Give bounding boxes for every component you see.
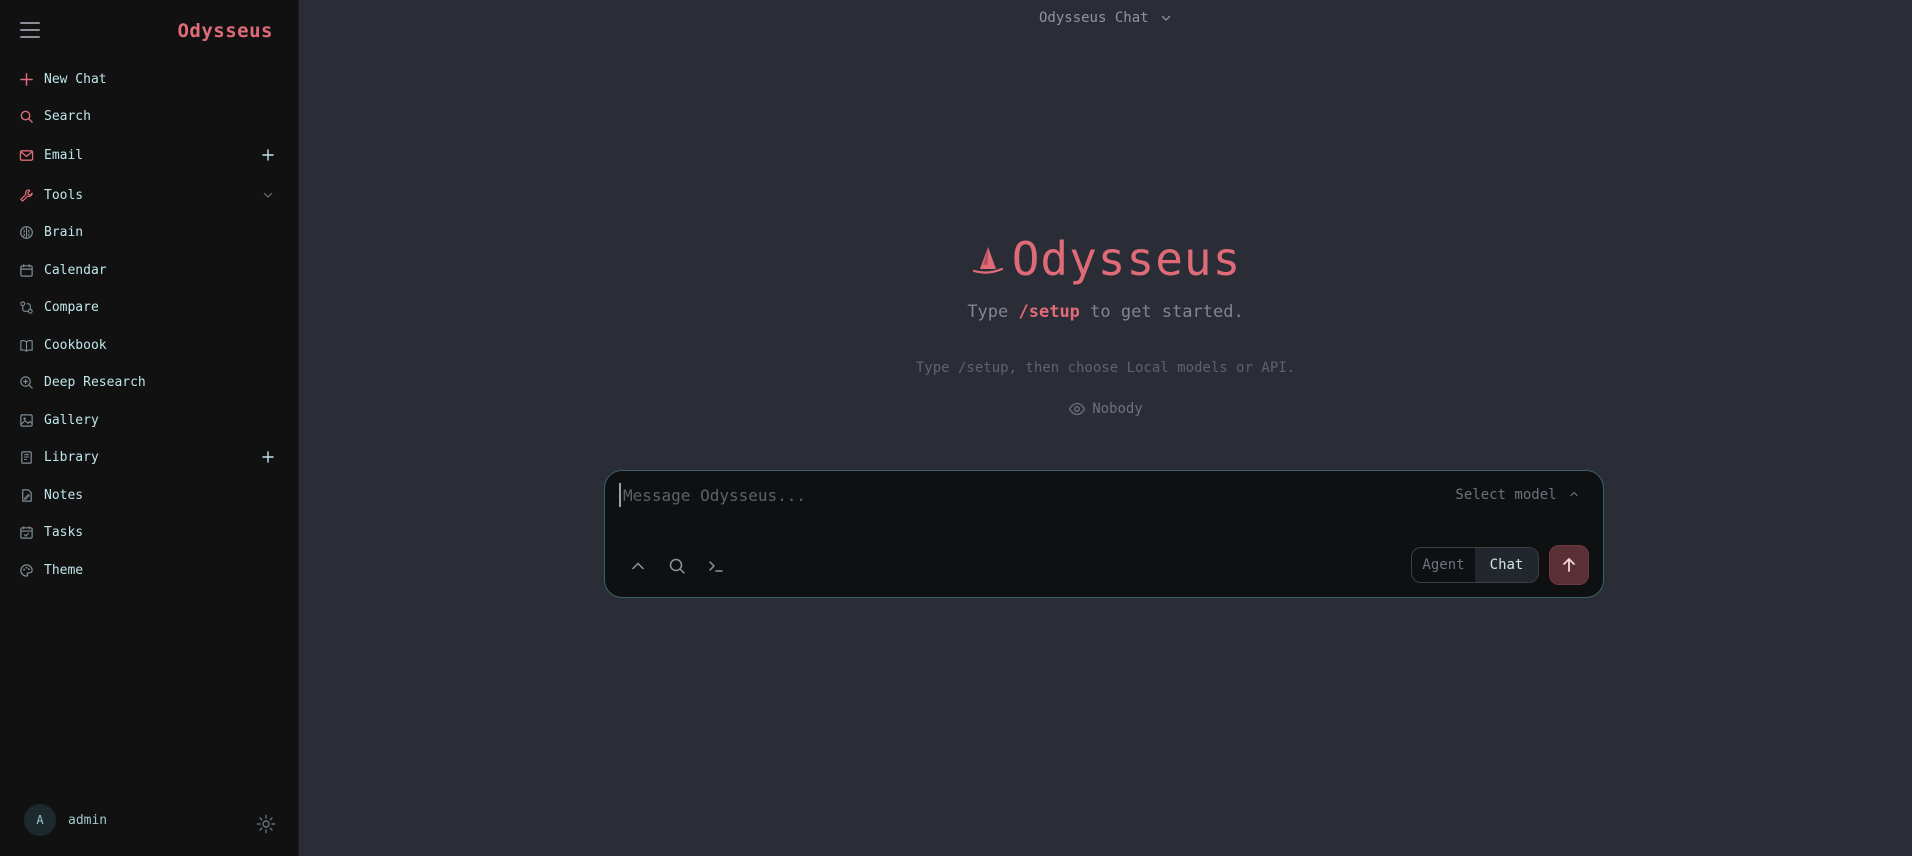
message-composer: Select model Agent Chat xyxy=(604,470,1604,598)
sidebar-item-tools[interactable]: Tools xyxy=(14,180,284,210)
arrow-up-icon xyxy=(1563,558,1575,572)
chevron-down-icon[interactable] xyxy=(260,187,276,203)
terminal-button[interactable] xyxy=(705,555,727,577)
eye-icon xyxy=(1068,402,1086,416)
hero-sub-command: /setup xyxy=(1018,302,1080,322)
search-icon xyxy=(669,558,685,574)
add-library-icon[interactable] xyxy=(260,449,276,465)
sidebar-item-theme[interactable]: Theme xyxy=(14,555,284,585)
sidebar-item-label: Email xyxy=(44,147,84,163)
sidebar-item-label: Tasks xyxy=(44,524,84,540)
chevron-up-icon xyxy=(1570,491,1578,497)
sidebar-item-notes[interactable]: Notes xyxy=(14,480,284,510)
model-select-label: Select model xyxy=(1455,487,1557,503)
chevron-up-icon xyxy=(632,562,644,570)
research-icon xyxy=(14,373,38,391)
hero-sub-prefix: Type xyxy=(967,302,1019,322)
sidebar: Odysseus New Chat Search Email Tools Bra… xyxy=(0,0,299,856)
plus-icon xyxy=(14,70,38,88)
mail-icon xyxy=(14,146,38,164)
hero-sub-suffix: to get started. xyxy=(1079,302,1244,322)
sidebar-item-deep-research[interactable]: Deep Research xyxy=(14,367,284,397)
sidebar-item-calendar[interactable]: Calendar xyxy=(14,255,284,285)
brain-icon xyxy=(14,223,38,241)
sidebar-item-library[interactable]: Library xyxy=(14,442,284,472)
sidebar-item-label: Gallery xyxy=(44,412,99,428)
sidebar-item-cookbook[interactable]: Cookbook xyxy=(14,330,284,360)
chat-title: Odysseus Chat xyxy=(1038,10,1149,26)
sidebar-item-gallery[interactable]: Gallery xyxy=(14,405,284,435)
sidebar-item-email[interactable]: Email xyxy=(14,140,284,170)
brand-logo-text[interactable]: Odysseus xyxy=(177,20,273,42)
sidebar-item-label: Brain xyxy=(44,224,84,240)
calendar-icon xyxy=(14,261,38,279)
tasks-icon xyxy=(14,523,38,541)
hero-subtitle: Type /setup to get started. xyxy=(299,302,1912,322)
sidebar-item-label: Library xyxy=(44,449,99,465)
sidebar-item-label: New Chat xyxy=(44,71,107,87)
sidebar-item-label: Cookbook xyxy=(44,337,107,353)
library-icon xyxy=(14,448,38,466)
sidebar-item-brain[interactable]: Brain xyxy=(14,217,284,247)
gear-icon[interactable] xyxy=(256,814,276,834)
sidebar-item-label: Deep Research xyxy=(44,374,146,390)
hero-title: Odysseus xyxy=(970,232,1242,286)
mode-toggle: Agent Chat xyxy=(1411,547,1539,583)
sidebar-item-label: Compare xyxy=(44,299,99,315)
sidebar-item-label: Notes xyxy=(44,487,84,503)
book-icon xyxy=(14,336,38,354)
sidebar-header: Odysseus xyxy=(0,0,298,64)
app-root: Odysseus New Chat Search Email Tools Bra… xyxy=(0,0,1912,856)
notes-icon xyxy=(14,486,38,504)
visibility-label: Nobody xyxy=(1092,401,1143,417)
sail-logo-icon xyxy=(972,247,1003,274)
visibility-toggle[interactable]: Nobody xyxy=(1068,400,1143,418)
sidebar-item-label: Calendar xyxy=(44,262,107,278)
hero-title-text: Odysseus xyxy=(1011,232,1242,286)
search-icon xyxy=(14,107,38,125)
mode-agent-button[interactable]: Agent xyxy=(1412,548,1475,582)
sidebar-item-label: Search xyxy=(44,108,91,124)
sidebar-item-search[interactable]: Search xyxy=(14,101,284,131)
sidebar-item-label: Theme xyxy=(44,562,84,578)
model-select[interactable]: Select model xyxy=(1455,487,1579,503)
sidebar-item-compare[interactable]: Compare xyxy=(14,292,284,322)
sidebar-item-label: Tools xyxy=(44,187,84,203)
chevron-down-icon xyxy=(1161,15,1171,21)
welcome-hero: Odysseus Type /setup to get started. Typ… xyxy=(299,232,1912,422)
add-email-icon[interactable] xyxy=(260,147,276,163)
mode-chat-button[interactable]: Chat xyxy=(1475,548,1538,582)
web-search-button[interactable] xyxy=(666,555,688,577)
palette-icon xyxy=(14,561,38,579)
hero-hint: Type /setup, then choose Local models or… xyxy=(915,360,1296,376)
username: admin xyxy=(68,812,108,828)
sidebar-item-tasks[interactable]: Tasks xyxy=(14,517,284,547)
terminal-icon xyxy=(709,561,723,572)
user-profile[interactable]: A admin xyxy=(24,804,107,836)
send-button[interactable] xyxy=(1549,545,1589,585)
message-input[interactable] xyxy=(619,483,1379,507)
menu-icon[interactable] xyxy=(20,22,40,40)
compare-icon xyxy=(14,298,38,316)
image-icon xyxy=(14,411,38,429)
sidebar-item-new-chat[interactable]: New Chat xyxy=(14,64,284,94)
expand-button[interactable] xyxy=(627,555,649,577)
main-panel: Odysseus Chat Odysseus Type /setup to ge… xyxy=(299,0,1912,856)
chat-title-dropdown[interactable]: Odysseus Chat xyxy=(299,10,1912,26)
avatar: A xyxy=(24,804,56,836)
wrench-icon xyxy=(14,186,38,204)
